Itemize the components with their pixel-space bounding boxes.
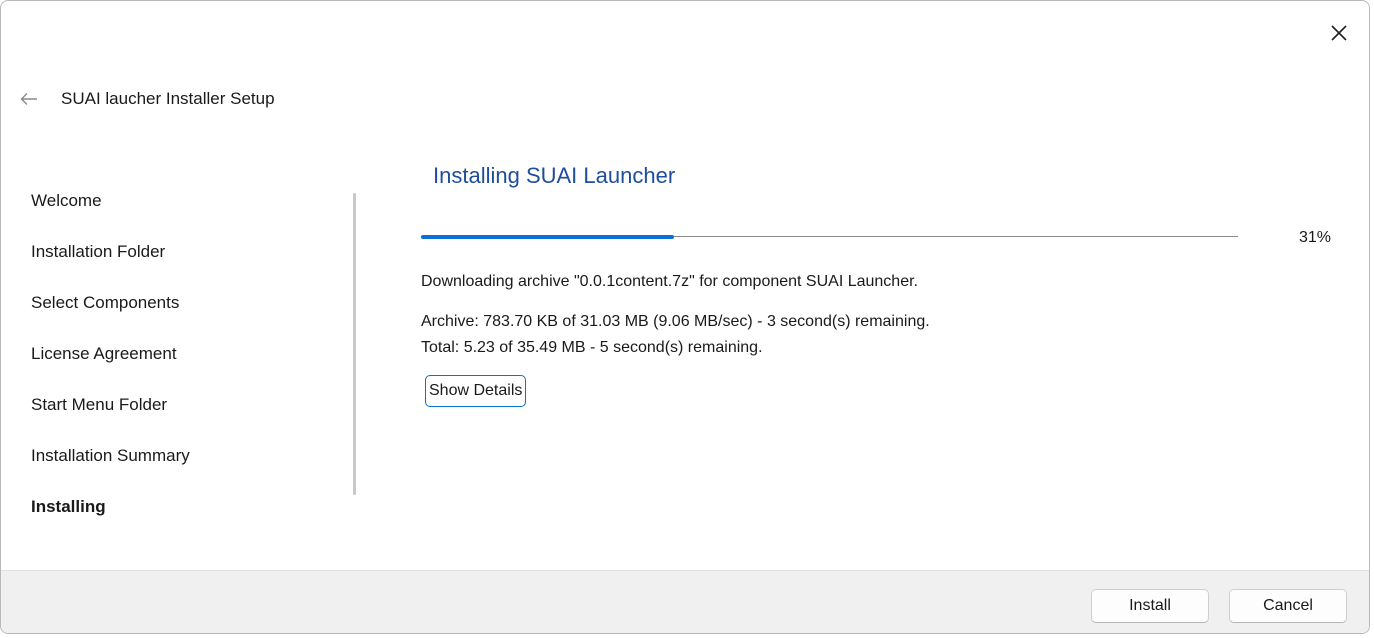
sidebar-item-start-menu-folder: Start Menu Folder [31, 395, 168, 414]
sidebar-item-license-agreement: License Agreement [31, 344, 177, 363]
sidebar-divider [353, 193, 356, 495]
back-arrow-icon [20, 93, 37, 105]
page-title: Installing SUAI Launcher [433, 163, 676, 188]
title-bar: SUAI laucher Installer Setup [19, 85, 275, 113]
close-icon [1331, 25, 1347, 41]
download-status: Downloading archive "0.0.1content.7z" fo… [421, 273, 918, 290]
back-button[interactable] [19, 89, 39, 109]
total-progress: Total: 5.23 of 35.49 MB - 5 second(s) re… [421, 339, 763, 356]
window-title: SUAI laucher Installer Setup [61, 89, 275, 108]
sidebar-item-select-components: Select Components [31, 293, 180, 312]
progress-percent: 31% [1298, 229, 1331, 246]
install-button[interactable]: Install [1091, 589, 1209, 623]
show-details-button[interactable]: Show Details [425, 375, 527, 407]
sidebar-item-installation-summary: Installation Summary [31, 446, 190, 465]
sidebar-item-installing: Installing [31, 497, 106, 516]
archive-progress: Archive: 783.70 KB of 31.03 MB (9.06 MB/… [421, 313, 930, 330]
cancel-button[interactable]: Cancel [1229, 589, 1347, 623]
progress-fill [421, 235, 675, 239]
progress-bar [421, 235, 1238, 239]
sidebar-item-welcome: Welcome [31, 191, 102, 210]
close-button[interactable] [1323, 17, 1355, 49]
installer-window: SUAI laucher Installer Setup Welcome Ins… [0, 0, 1370, 634]
sidebar-item-installation-folder: Installation Folder [31, 242, 166, 261]
steps-sidebar: Welcome Installation Folder Select Compo… [31, 175, 331, 532]
footer-bar: Install Cancel [1, 570, 1369, 633]
